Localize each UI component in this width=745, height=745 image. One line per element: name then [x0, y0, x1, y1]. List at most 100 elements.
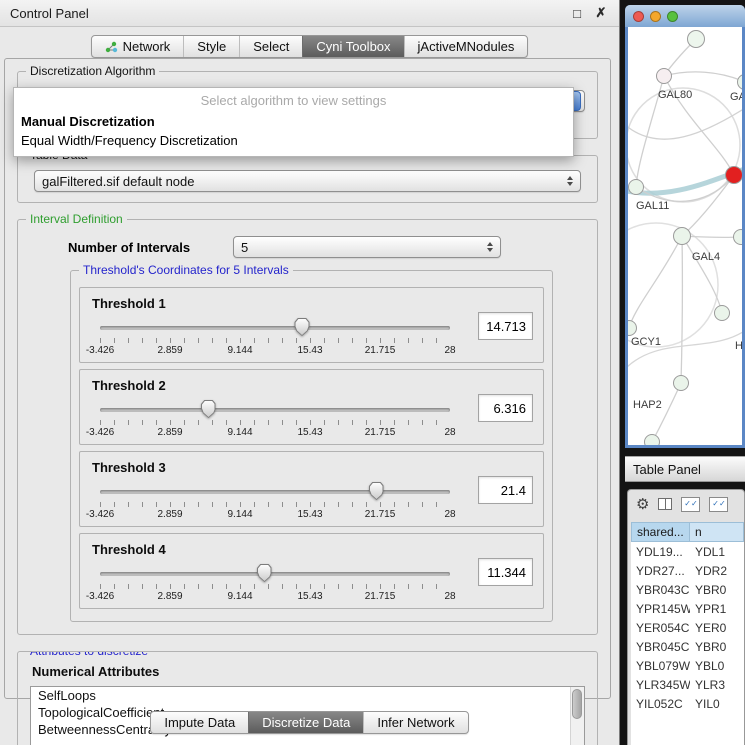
table-cell[interactable]: YBL0 [690, 659, 744, 673]
table-cell[interactable]: YIL0 [690, 697, 744, 711]
number-of-intervals-row: Number of Intervals 5 [68, 236, 587, 258]
threshold-slider[interactable] [100, 566, 450, 582]
tab-style[interactable]: Style [183, 36, 239, 57]
slider-tick-marks [100, 502, 450, 507]
slider-track[interactable] [100, 408, 450, 412]
table-row[interactable]: YER054CYER0 [631, 618, 744, 637]
table-cell[interactable]: YER054C [631, 621, 690, 635]
table-cell[interactable]: YBR043C [631, 583, 690, 597]
slider-thumb[interactable] [369, 482, 384, 500]
slider-track[interactable] [100, 326, 450, 330]
table-row[interactable]: YBR043CYBR0 [631, 580, 744, 599]
network-node[interactable] [714, 305, 730, 321]
close-icon[interactable]: ✗ [593, 5, 609, 21]
zoom-traffic-light-icon[interactable] [667, 11, 678, 22]
table-cell[interactable]: YER0 [690, 621, 744, 635]
node-label: HAP2 [633, 399, 662, 411]
slider-track[interactable] [100, 572, 450, 576]
table-cell[interactable]: YBL079W [631, 659, 690, 673]
table-cell[interactable]: YPR1 [690, 602, 744, 616]
table-panel-title: Table Panel [633, 462, 701, 477]
network-node[interactable] [725, 166, 742, 184]
table-cell[interactable]: YBR0 [690, 583, 744, 597]
attribute-list-item[interactable]: SelfLoops [31, 687, 584, 704]
tab-network[interactable]: Network [92, 36, 184, 57]
table-data-combobox[interactable]: galFiltered.sif default node [34, 170, 581, 192]
table-cell[interactable]: YDR2 [690, 564, 744, 578]
tick-labels: -3.4262.8599.14415.4321.71528 [100, 591, 450, 603]
table-window: ⚙ ✓✓ ✓✓ shared... n YDL19...YDL1YDR27...… [627, 489, 745, 745]
titlebar: Control Panel □ ✗ [0, 0, 619, 27]
table-cell[interactable]: YPR145W [631, 602, 690, 616]
threshold-slider[interactable] [100, 402, 450, 418]
threshold-value-field[interactable]: 21.4 [478, 476, 533, 504]
slider-thumb[interactable] [201, 400, 216, 418]
tab-jactivemodules[interactable]: jActiveMNodules [404, 36, 528, 57]
select-columns-checkboxes-icon[interactable]: ✓✓ [709, 497, 728, 512]
interval-definition-legend: Interval Definition [26, 212, 127, 226]
table-panel-header[interactable]: Table Panel [625, 456, 745, 482]
table-row[interactable]: YIL052CYIL0 [631, 694, 744, 713]
table-cell[interactable]: YDR27... [631, 564, 690, 578]
gear-icon[interactable]: ⚙ [636, 497, 649, 512]
table-cell[interactable]: YIL052C [631, 697, 690, 711]
columns-icon[interactable] [658, 498, 672, 510]
threshold-slider[interactable] [100, 320, 450, 336]
table-cell[interactable]: YBR045C [631, 640, 690, 654]
tab-impute-data[interactable]: Impute Data [151, 712, 248, 733]
tab-discretize-data[interactable]: Discretize Data [248, 712, 363, 733]
network-node[interactable] [628, 179, 644, 195]
table-row[interactable]: YLR345WYLR3 [631, 675, 744, 694]
network-node[interactable] [673, 227, 691, 245]
slider-thumb[interactable] [295, 318, 310, 336]
table-cell[interactable]: YBR0 [690, 640, 744, 654]
threshold-value-field[interactable]: 14.713 [478, 312, 533, 340]
table-cell[interactable]: YLR345W [631, 678, 690, 692]
network-node[interactable] [644, 434, 660, 445]
table-cell[interactable]: YDL1 [690, 545, 744, 559]
attributes-legend: Attributes to discretize [26, 651, 152, 658]
column-header-name[interactable]: n [690, 522, 744, 542]
threshold-value-field[interactable]: 11.344 [478, 558, 533, 586]
tick-label: -3.426 [86, 427, 114, 438]
node-table: shared... n YDL19...YDL1YDR27...YDR2YBR0… [631, 522, 744, 745]
threshold-slider[interactable] [100, 484, 450, 500]
algorithm-dropdown-popup: Select algorithm to view settings Manual… [13, 87, 574, 157]
table-cell[interactable]: YDL19... [631, 545, 690, 559]
float-window-icon[interactable]: □ [569, 6, 585, 21]
popup-item-manual-discretization[interactable]: Manual Discretization [14, 112, 573, 131]
tick-label: 21.715 [365, 345, 396, 356]
network-node[interactable] [656, 68, 672, 84]
tick-label: 2.859 [157, 591, 182, 602]
slider-track[interactable] [100, 490, 450, 494]
popup-item-equal-width-frequency[interactable]: Equal Width/Frequency Discretization [14, 131, 573, 150]
network-node[interactable] [673, 375, 689, 391]
show-columns-checkboxes-icon[interactable]: ✓✓ [681, 497, 700, 512]
tab-cyni-toolbox[interactable]: Cyni Toolbox [302, 36, 403, 57]
table-row[interactable]: YBL079WYBL0 [631, 656, 744, 675]
tick-label: 2.859 [157, 509, 182, 520]
tab-select-label: Select [253, 39, 289, 54]
number-of-intervals-combobox[interactable]: 5 [233, 236, 501, 258]
threshold-panel: Threshold 1-3.4262.8599.14415.4321.71528… [79, 287, 544, 363]
network-tab-icon [105, 41, 118, 53]
control-panel-window: Control Panel □ ✗ Network [0, 0, 620, 745]
network-canvas[interactable]: GAL80GAGAL11GAL4GCY1HHAP2 [628, 27, 742, 445]
tick-label: 9.144 [227, 345, 252, 356]
table-row[interactable]: YDL19...YDL1 [631, 542, 744, 561]
slider-tick-marks [100, 420, 450, 425]
tab-infer-network[interactable]: Infer Network [363, 712, 467, 733]
network-node[interactable] [687, 30, 705, 48]
network-node[interactable] [733, 229, 742, 245]
slider-thumb[interactable] [257, 564, 272, 582]
table-row[interactable]: YPR145WYPR1 [631, 599, 744, 618]
table-row[interactable]: YBR045CYBR0 [631, 637, 744, 656]
threshold-label: Threshold 1 [92, 296, 460, 311]
threshold-value-field[interactable]: 6.316 [478, 394, 533, 422]
close-traffic-light-icon[interactable] [633, 11, 644, 22]
minimize-traffic-light-icon[interactable] [650, 11, 661, 22]
table-row[interactable]: YDR27...YDR2 [631, 561, 744, 580]
table-cell[interactable]: YLR3 [690, 678, 744, 692]
column-header-shared-name[interactable]: shared... [631, 522, 690, 542]
tab-select[interactable]: Select [239, 36, 302, 57]
